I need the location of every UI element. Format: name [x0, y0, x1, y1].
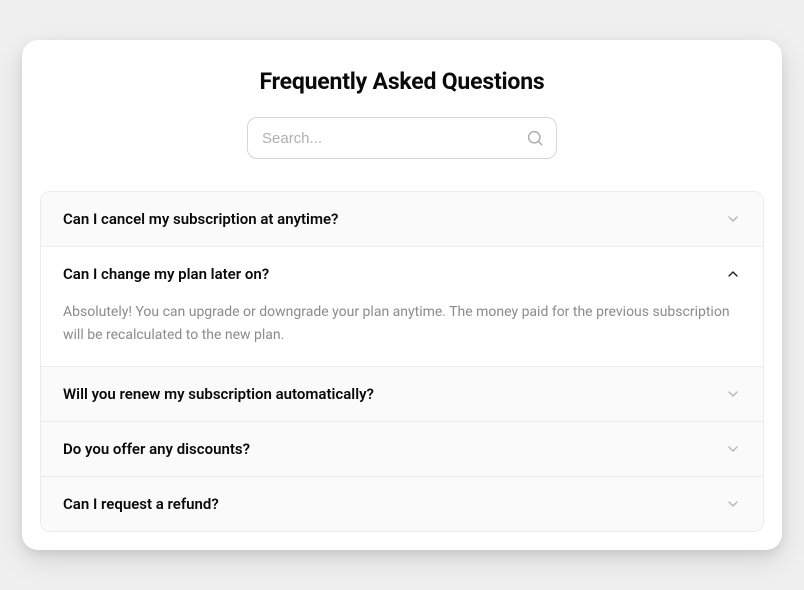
faq-question: Can I request a refund? — [63, 495, 219, 513]
chevron-down-icon — [725, 496, 741, 512]
search-input[interactable] — [262, 130, 526, 147]
faq-item-cancel-subscription: Can I cancel my subscription at anytime? — [41, 192, 763, 247]
chevron-down-icon — [725, 441, 741, 457]
faq-item-renew-automatically: Will you renew my subscription automatic… — [41, 367, 763, 422]
faq-toggle-change-plan[interactable]: Can I change my plan later on? — [41, 247, 763, 301]
chevron-down-icon — [725, 386, 741, 402]
page-title: Frequently Asked Questions — [22, 68, 782, 95]
faq-item-refund: Can I request a refund? — [41, 477, 763, 531]
faq-answer: Absolutely! You can upgrade or downgrade… — [41, 301, 763, 366]
search-container — [22, 117, 782, 159]
faq-list: Can I cancel my subscription at anytime?… — [40, 191, 764, 532]
faq-card: Frequently Asked Questions Can I cancel … — [22, 40, 782, 550]
chevron-down-icon — [725, 211, 741, 227]
faq-item-change-plan: Can I change my plan later on? Absolutel… — [41, 247, 763, 367]
faq-toggle-cancel-subscription[interactable]: Can I cancel my subscription at anytime? — [41, 192, 763, 246]
faq-toggle-discounts[interactable]: Do you offer any discounts? — [41, 422, 763, 476]
faq-question: Can I cancel my subscription at anytime? — [63, 210, 338, 228]
search-icon — [526, 129, 544, 147]
faq-toggle-renew-automatically[interactable]: Will you renew my subscription automatic… — [41, 367, 763, 421]
faq-question: Can I change my plan later on? — [63, 265, 269, 283]
search-box[interactable] — [247, 117, 557, 159]
faq-question: Will you renew my subscription automatic… — [63, 385, 374, 403]
faq-toggle-refund[interactable]: Can I request a refund? — [41, 477, 763, 531]
faq-question: Do you offer any discounts? — [63, 440, 250, 458]
faq-item-discounts: Do you offer any discounts? — [41, 422, 763, 477]
chevron-up-icon — [725, 266, 741, 282]
